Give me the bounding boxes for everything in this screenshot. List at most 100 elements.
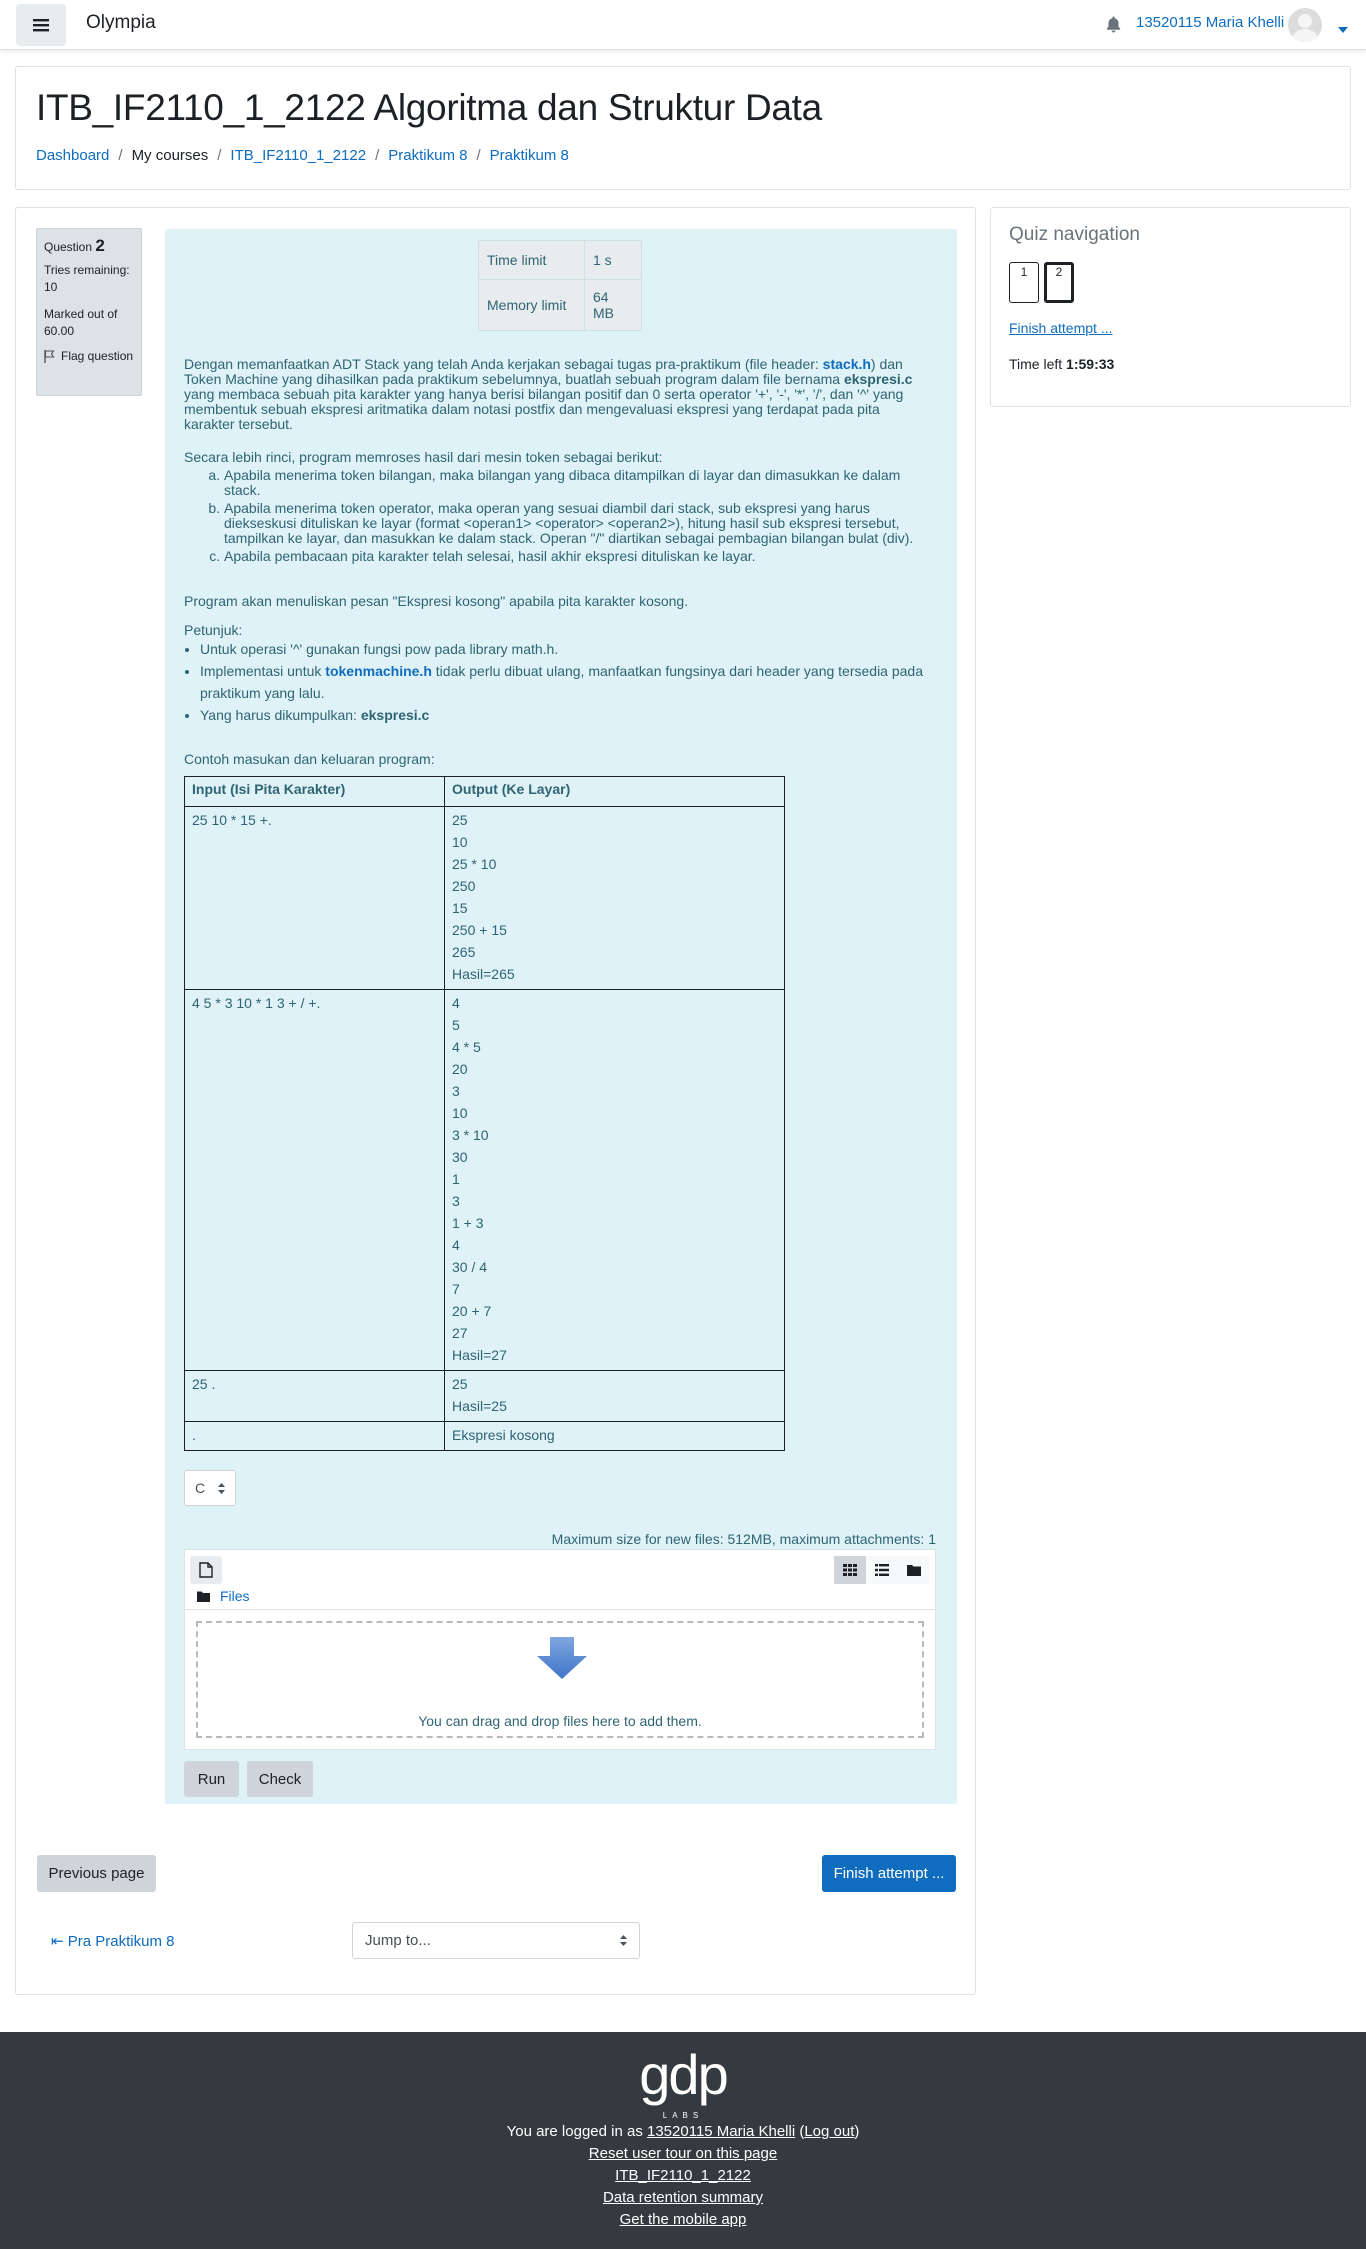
view-switcher xyxy=(834,1556,930,1584)
check-button[interactable]: Check xyxy=(247,1761,313,1797)
page-footer: gdp LABS You are logged in as 13520115 M… xyxy=(0,2032,1366,2249)
time-limit-value: 1 s xyxy=(584,240,642,280)
main-region: Question 2 Tries remaining: 10 Marked ou… xyxy=(15,207,976,1995)
hamburger-icon xyxy=(33,19,49,32)
list-view-button[interactable] xyxy=(866,1556,898,1584)
io-output-line: 7 xyxy=(452,1281,460,1297)
page-header: ITB_IF2110_1_2122 Algoritma dan Struktur… xyxy=(15,66,1351,190)
question-paragraph-2: Secara lebih rinci, program memroses has… xyxy=(184,449,663,465)
breadcrumb-section[interactable]: Praktikum 8 xyxy=(388,147,467,164)
user-avatar[interactable] xyxy=(1288,8,1322,42)
add-file-button[interactable] xyxy=(190,1556,222,1584)
io-output-line: 30 / 4 xyxy=(452,1259,488,1275)
io-output-line: 27 xyxy=(452,1325,468,1341)
memory-limit-label: Memory limit xyxy=(478,279,585,331)
breadcrumb-dashboard[interactable]: Dashboard xyxy=(36,147,109,164)
io-input-cell: . xyxy=(184,1421,445,1451)
tokenmachine-h-link[interactable]: tokenmachine.h xyxy=(325,663,432,679)
breadcrumb-activity[interactable]: Praktikum 8 xyxy=(490,147,569,164)
data-retention-link[interactable]: Data retention summary xyxy=(603,2189,763,2206)
file-picker: Files You can drag and drop files here t… xyxy=(184,1549,936,1750)
flag-question-toggle[interactable]: Flag question xyxy=(44,348,134,365)
drop-zone-text: You can drag and drop files here to add … xyxy=(418,1713,702,1729)
io-output-line: 4 xyxy=(452,995,460,1011)
file-path-bar: Files xyxy=(197,1588,250,1604)
previous-activity-link[interactable]: ⇤ Pra Praktikum 8 xyxy=(51,1932,174,1950)
breadcrumb-course[interactable]: ITB_IF2110_1_2122 xyxy=(230,147,366,164)
io-output-line: 3 xyxy=(452,1193,460,1209)
time-limit-label: Time limit xyxy=(478,240,585,280)
io-output-cell: 25 10 25 * 10 250 15 250 + 15 265 Hasil=265 xyxy=(444,806,785,990)
io-output-line: 15 xyxy=(452,900,468,916)
step-item: Apabila menerima token bilangan, maka bi… xyxy=(224,468,928,498)
step-item: Apabila menerima token operator, maka op… xyxy=(224,501,928,546)
io-output-cell: 25 Hasil=25 xyxy=(444,1370,785,1422)
user-menu-caret-icon[interactable] xyxy=(1338,20,1348,37)
grid-icon xyxy=(843,1564,857,1576)
io-output-cell: Ekspresi kosong xyxy=(444,1421,785,1451)
question-content: Time limit 1 s Memory limit 64 MB Dengan… xyxy=(165,229,957,1804)
io-output-line: 250 + 15 xyxy=(452,922,507,938)
footer-user-link[interactable]: 13520115 Maria Khelli xyxy=(647,2123,795,2140)
finish-attempt-button[interactable]: Finish attempt ... xyxy=(822,1855,956,1892)
io-output-line: 10 xyxy=(452,834,468,850)
new-file-icon xyxy=(199,1562,213,1578)
jump-to-select[interactable]: Jump to... xyxy=(352,1922,640,1959)
run-button[interactable]: Run xyxy=(184,1761,239,1797)
quiz-nav-question-1[interactable]: 1 xyxy=(1009,262,1039,303)
io-output-line: 10 xyxy=(452,1105,468,1121)
select-arrows-icon xyxy=(620,1935,627,1946)
select-arrows-icon xyxy=(218,1482,225,1494)
logout-link[interactable]: Log out xyxy=(804,2123,854,2140)
io-output-cell: 4 5 4 * 5 20 3 10 3 * 10 30 1 3 1 + 3 4 30 / 4 7 20 + … xyxy=(444,989,785,1371)
top-navbar: Olympia 13520115 Maria Khelli xyxy=(0,0,1366,50)
footer-course-link[interactable]: ITB_IF2110_1_2122 xyxy=(615,2167,751,2184)
memory-limit-value: 64 MB xyxy=(584,279,642,331)
notification-bell-icon[interactable] xyxy=(1106,16,1121,37)
language-select[interactable]: C xyxy=(184,1470,236,1506)
io-header-output: Output (Ke Layar) xyxy=(444,776,785,807)
io-output-line: 1 xyxy=(452,1171,460,1187)
icon-view-button[interactable] xyxy=(834,1556,866,1584)
hint-list: Untuk operasi '^' gunakan fungsi pow pad… xyxy=(184,638,928,726)
io-table-row: . Ekspresi kosong xyxy=(184,1421,785,1451)
flag-icon xyxy=(44,350,55,363)
reset-tour-link[interactable]: Reset user tour on this page xyxy=(589,2145,777,2162)
breadcrumb-my-courses: My courses xyxy=(131,147,209,164)
io-output-line: 20 xyxy=(452,1061,468,1077)
quiz-nav-finish-link[interactable]: Finish attempt ... xyxy=(1009,320,1112,336)
io-output-line: 20 + 7 xyxy=(452,1303,492,1319)
question-text: Dengan memanfaatkan ADT Stack yang telah… xyxy=(184,357,928,767)
svg-text:LABS: LABS xyxy=(663,2111,703,2120)
site-brand[interactable]: Olympia xyxy=(86,12,156,34)
quiz-nav-question-2[interactable]: 2 xyxy=(1044,262,1074,303)
io-table-row: 25 . 25 Hasil=25 xyxy=(184,1370,785,1422)
io-output-line: 3 * 10 xyxy=(452,1127,489,1143)
io-input-cell: 25 10 * 15 +. xyxy=(184,806,445,990)
io-output-line: 265 xyxy=(452,944,476,960)
time-left-value: 1:59:33 xyxy=(1066,356,1115,372)
files-path-link[interactable]: Files xyxy=(220,1588,250,1604)
user-menu-name[interactable]: 13520115 Maria Khelli xyxy=(1136,14,1284,31)
hint-title: Petunjuk: xyxy=(184,622,243,638)
hint-item: Implementasi untuk tokenmachine.h tidak … xyxy=(200,660,928,704)
question-number: Question 2 xyxy=(44,236,105,255)
quiz-navigation-block: Quiz navigation 1 2 Finish attempt ... T… xyxy=(990,207,1351,407)
mobile-app-link[interactable]: Get the mobile app xyxy=(620,2211,747,2228)
list-icon xyxy=(875,1564,889,1576)
io-output-line: 5 xyxy=(452,1017,460,1033)
file-drop-zone[interactable]: You can drag and drop files here to add … xyxy=(196,1621,924,1738)
tree-view-button[interactable] xyxy=(898,1556,930,1584)
marked-out-of: Marked out of 60.00 xyxy=(44,307,118,338)
folder-icon xyxy=(907,1565,921,1576)
stack-h-link[interactable]: stack.h xyxy=(823,356,871,372)
question-info: Question 2 Tries remaining: 10 Marked ou… xyxy=(36,228,142,396)
io-table-row: 25 10 * 15 +. 25 10 25 * 10 250 15 250 + 15 265… xyxy=(184,806,785,990)
io-input-cell: 4 5 * 3 10 * 1 3 + / +. xyxy=(184,989,445,1371)
arrow-left-icon: ⇤ xyxy=(51,1933,64,1950)
process-steps-list: Apabila menerima token bilangan, maka bi… xyxy=(184,468,928,564)
question-paragraph-1: Dengan memanfaatkan ADT Stack yang telah… xyxy=(184,356,913,432)
hamburger-menu-button[interactable] xyxy=(16,4,66,46)
previous-page-button[interactable]: Previous page xyxy=(37,1855,156,1892)
svg-text:gdp: gdp xyxy=(639,2050,726,2106)
